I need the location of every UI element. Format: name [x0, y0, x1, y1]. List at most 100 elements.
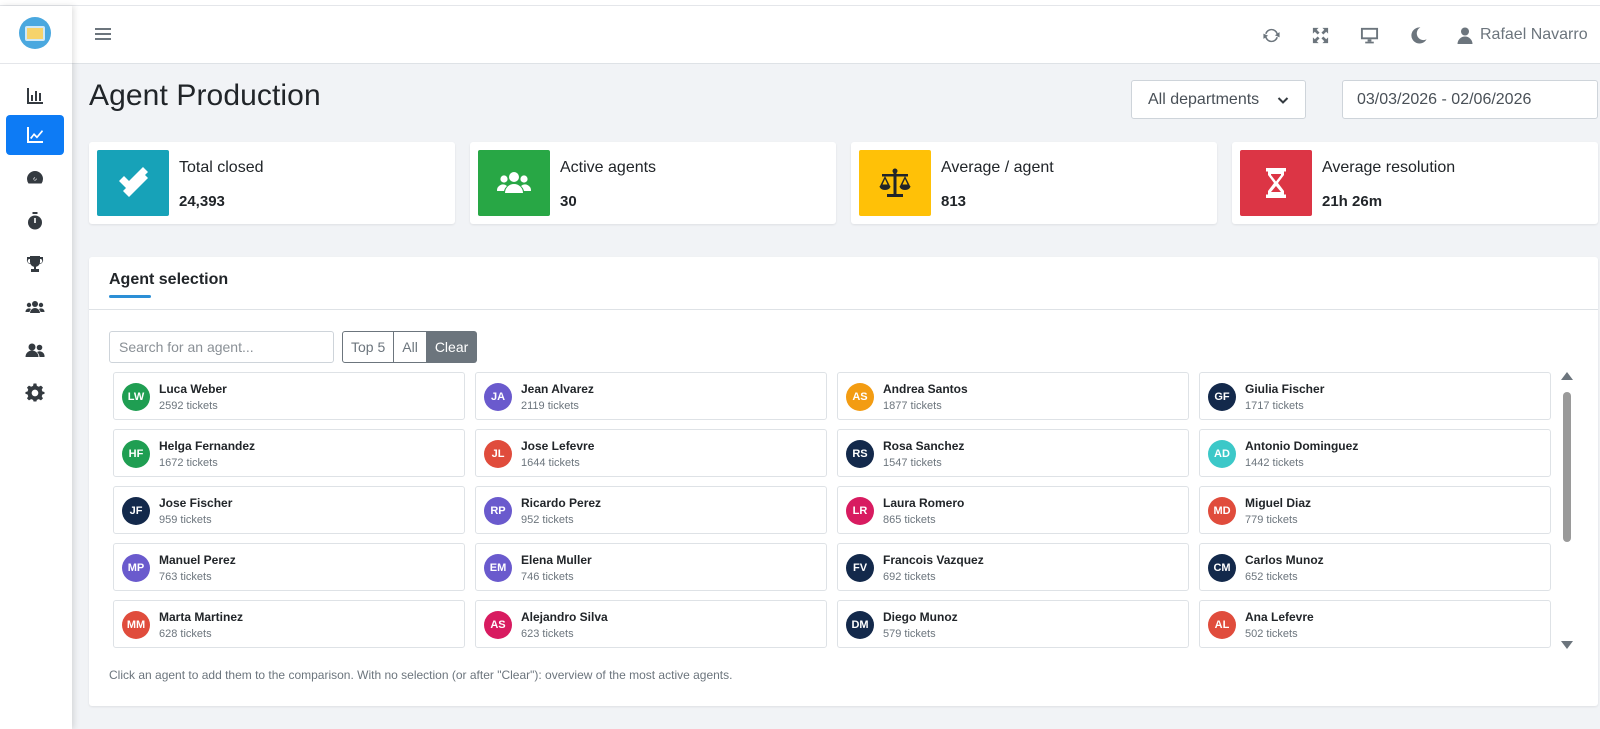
- agent-card[interactable]: JL Jose Lefevre 1644 tickets: [475, 429, 827, 477]
- fullscreen-button[interactable]: [1309, 24, 1331, 46]
- kpi-average-resolution: Average resolution 21h 26m: [1232, 142, 1598, 224]
- users-icon: [496, 172, 532, 193]
- agent-ticket-count: 2592 tickets: [159, 400, 218, 412]
- agent-ticket-count: 628 tickets: [159, 628, 212, 640]
- agent-name: Laura Romero: [883, 496, 965, 510]
- menu-toggle-button[interactable]: [94, 25, 112, 45]
- agent-grid-scrollbar[interactable]: [1560, 370, 1574, 653]
- agent-card[interactable]: EM Elena Muller 746 tickets: [475, 543, 827, 591]
- trophy-icon: [26, 256, 44, 272]
- scroll-up-arrow[interactable]: [1561, 372, 1573, 380]
- app-logo[interactable]: [19, 17, 51, 49]
- agent-selection-panel: Agent selection Top 5 All Clear LW Luca W…: [89, 257, 1598, 706]
- bar-chart-icon: [27, 88, 43, 104]
- agent-avatar: RS: [846, 440, 874, 468]
- all-button[interactable]: All: [394, 331, 427, 363]
- agent-card[interactable]: MD Miguel Diaz 779 tickets: [1199, 486, 1551, 534]
- agent-card[interactable]: MP Manuel Perez 763 tickets: [113, 543, 465, 591]
- date-range-input[interactable]: 03/03/2026 - 02/06/2026: [1342, 80, 1598, 119]
- agent-avatar: EM: [484, 554, 512, 582]
- agent-ticket-count: 865 tickets: [883, 514, 936, 526]
- department-select[interactable]: All departments: [1131, 80, 1306, 119]
- agent-name: Luca Weber: [159, 382, 227, 396]
- agent-card[interactable]: RS Rosa Sanchez 1547 tickets: [837, 429, 1189, 477]
- sidebar-item-user-friends[interactable]: [6, 330, 64, 370]
- agent-card[interactable]: AL Ana Lefevre 502 tickets: [1199, 600, 1551, 648]
- agent-ticket-count: 2119 tickets: [521, 400, 579, 412]
- agent-card[interactable]: LR Laura Romero 865 tickets: [837, 486, 1189, 534]
- topbar: Rafael Navarro: [72, 6, 1600, 64]
- kpi-icon-box: [97, 150, 169, 216]
- agent-ticket-count: 502 tickets: [1245, 628, 1298, 640]
- agent-card[interactable]: DM Diego Munoz 579 tickets: [837, 600, 1189, 648]
- top5-button[interactable]: Top 5: [342, 331, 395, 363]
- kpi-icon-box: [1240, 150, 1312, 216]
- agent-avatar: JF: [122, 497, 150, 525]
- agent-avatar: HF: [122, 440, 150, 468]
- hourglass-icon: [1266, 168, 1286, 198]
- refresh-icon: [1262, 28, 1280, 42]
- agent-ticket-count: 692 tickets: [883, 571, 936, 583]
- agent-card[interactable]: FV Francois Vazquez 692 tickets: [837, 543, 1189, 591]
- balance-scale-icon: [879, 168, 911, 197]
- refresh-button[interactable]: [1260, 24, 1282, 46]
- kpi-label: Average resolution: [1322, 159, 1456, 176]
- agent-name: Diego Munoz: [883, 610, 958, 624]
- sidebar-item-bar-chart[interactable]: [6, 76, 64, 116]
- agent-name: Ricardo Perez: [521, 496, 602, 510]
- scroll-down-arrow[interactable]: [1561, 641, 1573, 649]
- agent-name: Elena Muller: [521, 553, 592, 567]
- agent-ticket-count: 763 tickets: [159, 571, 212, 583]
- agent-grid: LW Luca Weber 2592 tickets JA Jean Alvarez 21…: [113, 372, 1555, 651]
- kpi-value: 813: [941, 193, 967, 210]
- agent-avatar: RP: [484, 497, 512, 525]
- agent-card[interactable]: JA Jean Alvarez 2119 tickets: [475, 372, 827, 420]
- agent-card[interactable]: CM Carlos Munoz 652 tickets: [1199, 543, 1551, 591]
- stopwatch-icon: [28, 212, 42, 230]
- agent-card[interactable]: AS Andrea Santos 1877 tickets: [837, 372, 1189, 420]
- agent-name: Rosa Sanchez: [883, 439, 965, 453]
- gear-icon: [25, 383, 45, 402]
- moon-icon: [1410, 26, 1427, 44]
- user-friends-icon: [25, 343, 45, 357]
- agent-card[interactable]: MM Marta Martinez 628 tickets: [113, 600, 465, 648]
- agent-avatar: LW: [122, 383, 150, 411]
- user-menu[interactable]: Rafael Navarro: [1457, 23, 1588, 47]
- agent-ticket-count: 952 tickets: [521, 514, 574, 526]
- agent-card[interactable]: AS Alejandro Silva 623 tickets: [475, 600, 827, 648]
- line-chart-icon: [27, 127, 43, 143]
- agent-card[interactable]: JF Jose Fischer 959 tickets: [113, 486, 465, 534]
- agent-ticket-count: 623 tickets: [521, 628, 574, 640]
- agent-card[interactable]: LW Luca Weber 2592 tickets: [113, 372, 465, 420]
- page-title: Agent Production: [89, 79, 321, 112]
- agent-card[interactable]: HF Helga Fernandez 1672 tickets: [113, 429, 465, 477]
- kpi-average-agent: Average / agent 813: [851, 142, 1217, 224]
- agent-card[interactable]: GF Giulia Fischer 1717 tickets: [1199, 372, 1551, 420]
- sidebar-item-line-chart[interactable]: [6, 115, 64, 155]
- sidebar-item-users[interactable]: [6, 287, 64, 327]
- kpi-label: Active agents: [560, 159, 657, 176]
- agent-name: Carlos Munoz: [1245, 553, 1324, 567]
- agent-avatar: JA: [484, 383, 512, 411]
- department-select-value: All departments: [1148, 90, 1260, 108]
- selection-help-text: Click an agent to add them to the compar…: [109, 668, 733, 682]
- agent-ticket-count: 959 tickets: [159, 514, 212, 526]
- clear-button[interactable]: Clear: [426, 331, 478, 363]
- agent-card[interactable]: RP Ricardo Perez 952 tickets: [475, 486, 827, 534]
- kpi-icon-box: [478, 150, 550, 216]
- dark-mode-toggle[interactable]: [1407, 24, 1429, 46]
- display-mode-button[interactable]: [1358, 24, 1380, 46]
- panel-title-underline: [109, 295, 151, 298]
- sidebar-item-settings[interactable]: [6, 373, 64, 413]
- kpi-value: 24,393: [179, 193, 225, 210]
- agent-name: Jose Lefevre: [521, 439, 595, 453]
- kpi-value: 30: [560, 193, 577, 210]
- sidebar-item-stopwatch[interactable]: [6, 201, 64, 241]
- sidebar-item-speedometer[interactable]: [6, 158, 64, 198]
- sidebar: [0, 6, 72, 729]
- sidebar-item-trophy[interactable]: [6, 244, 64, 284]
- scrollbar-thumb[interactable]: [1563, 392, 1571, 542]
- agent-card[interactable]: AD Antonio Dominguez 1442 tickets: [1199, 429, 1551, 477]
- agent-avatar: MP: [122, 554, 150, 582]
- agent-search-input[interactable]: [109, 331, 334, 363]
